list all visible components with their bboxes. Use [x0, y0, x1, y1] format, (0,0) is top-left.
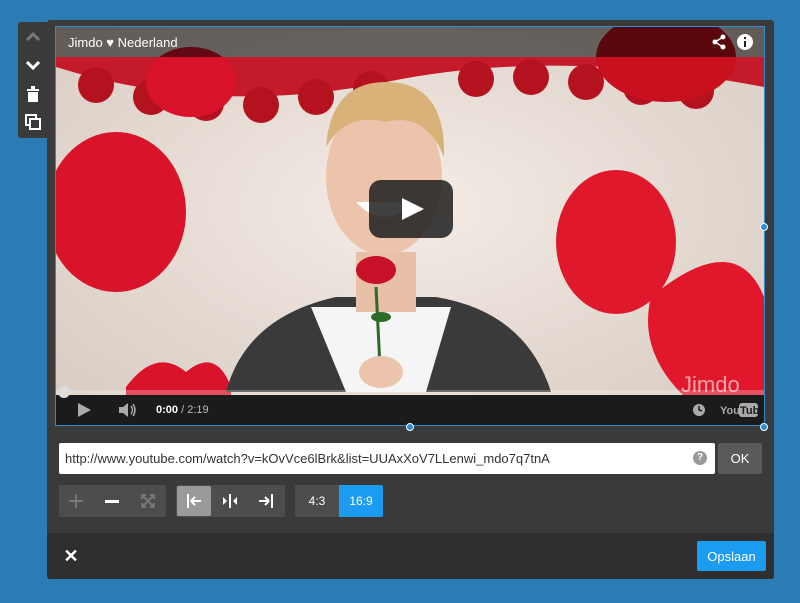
- url-field-wrapper: ?: [59, 443, 715, 474]
- size-controls: [59, 485, 166, 517]
- move-down-button[interactable]: [18, 52, 48, 78]
- align-right-button[interactable]: [249, 485, 283, 517]
- clock-icon: [693, 404, 705, 416]
- channel-title[interactable]: Jimdo ♥ Nederland: [68, 35, 178, 50]
- info-icon[interactable]: [736, 33, 754, 51]
- zoom-in-button[interactable]: [59, 485, 93, 517]
- editor-footer: ✕ Opslaan: [47, 533, 774, 579]
- ok-button[interactable]: OK: [718, 443, 762, 474]
- volume-icon: [119, 403, 136, 417]
- video-title-bar: Jimdo ♥ Nederland: [56, 27, 764, 57]
- align-left-icon: [187, 494, 201, 508]
- zoom-out-button[interactable]: [95, 485, 129, 517]
- ratio-16-9-button[interactable]: 16:9: [339, 485, 383, 517]
- chevron-up-icon: [26, 32, 40, 42]
- big-play-button[interactable]: [369, 180, 453, 238]
- plus-icon: [69, 494, 83, 508]
- watch-later-button[interactable]: [692, 403, 706, 422]
- play-icon: [402, 198, 424, 220]
- progress-bar[interactable]: [56, 386, 764, 398]
- youtube-logo[interactable]: YouTube: [720, 402, 764, 423]
- ratio-4-3-button[interactable]: 4:3: [295, 485, 339, 517]
- align-left-button[interactable]: [177, 486, 211, 516]
- video-editor-panel: Jimdo Jimdo ♥ Nederland 0:00 / 2:19 You …: [47, 20, 774, 579]
- volume-button[interactable]: [118, 402, 138, 423]
- delete-button[interactable]: [18, 81, 48, 107]
- youtube-embed[interactable]: Jimdo Jimdo ♥ Nederland 0:00 / 2:19 You …: [55, 26, 765, 426]
- trash-icon: [27, 86, 39, 102]
- svg-text:Tube: Tube: [740, 405, 758, 417]
- align-right-icon: [259, 494, 273, 508]
- align-center-icon: [223, 494, 237, 508]
- aspect-ratio-controls: 4:3 16:9: [295, 485, 383, 517]
- chevron-down-icon: [26, 60, 40, 70]
- expand-icon: [141, 494, 155, 508]
- svg-text:You: You: [720, 405, 740, 417]
- resize-handle-right[interactable]: [760, 223, 768, 231]
- fullwidth-button[interactable]: [131, 485, 165, 517]
- duration: / 2:19: [181, 404, 209, 416]
- resize-handle-corner[interactable]: [760, 423, 768, 431]
- video-url-input[interactable]: [59, 443, 684, 474]
- element-toolbar: [18, 22, 48, 138]
- close-icon[interactable]: ✕: [61, 546, 81, 566]
- progress-scrubber[interactable]: [58, 386, 70, 398]
- align-center-button[interactable]: [213, 485, 247, 517]
- copy-icon: [25, 114, 41, 130]
- duplicate-button[interactable]: [18, 109, 48, 135]
- share-icon[interactable]: [710, 33, 728, 51]
- help-icon[interactable]: ?: [693, 451, 707, 465]
- resize-handle-bottom[interactable]: [406, 423, 414, 431]
- time-display: 0:00 / 2:19: [156, 404, 209, 416]
- move-up-button[interactable]: [18, 24, 48, 50]
- save-button[interactable]: Opslaan: [697, 541, 766, 571]
- control-play-button[interactable]: [76, 402, 92, 423]
- alignment-controls: [176, 485, 285, 517]
- player-controls: 0:00 / 2:19 YouTube: [56, 386, 764, 425]
- play-icon: [78, 403, 91, 417]
- minus-icon: [105, 500, 119, 503]
- current-time: 0:00: [156, 404, 179, 416]
